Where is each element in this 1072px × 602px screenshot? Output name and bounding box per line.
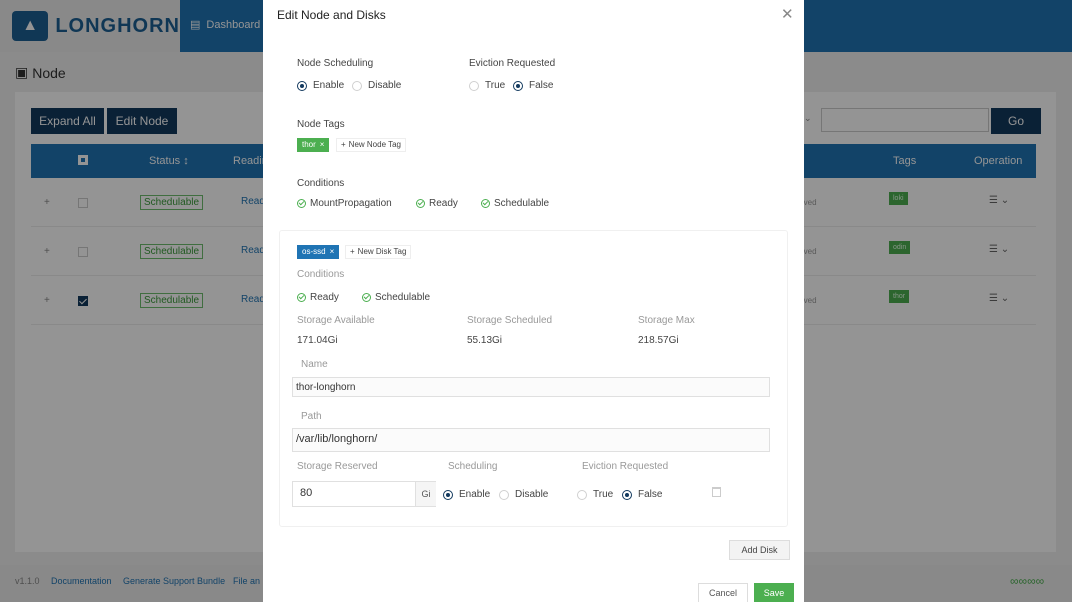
eviction-requested-label: Eviction Requested (469, 58, 556, 69)
disk-eviction-label: Eviction Requested (582, 461, 669, 472)
storage-scheduled-value: 55.13Gi (467, 335, 503, 346)
check-circle-icon (362, 293, 371, 302)
add-disk-button[interactable]: Add Disk (729, 540, 790, 560)
check-circle-icon (416, 199, 425, 208)
node-tags-label: Node Tags (297, 119, 345, 130)
disk-name-input[interactable]: thor-longhorn (292, 377, 770, 397)
node-tag-chip[interactable]: thor × (297, 138, 330, 152)
node-scheduling-disable-radio[interactable]: Disable (352, 80, 401, 91)
remove-tag-icon[interactable]: × (330, 245, 335, 259)
modal-title: Edit Node and Disks (277, 8, 386, 22)
disk-tag-chip[interactable]: os-ssd × (297, 245, 340, 259)
check-circle-icon (481, 199, 490, 208)
modal-header: Edit Node and Disks ✕ (263, 0, 804, 30)
storage-available-value: 171.04Gi (297, 335, 338, 346)
check-circle-icon (297, 199, 306, 208)
close-icon[interactable]: ✕ (781, 5, 794, 23)
disk-scheduling-enable-radio[interactable]: Enable (443, 489, 490, 500)
name-label: Name (301, 359, 328, 370)
conditions-label: Conditions (297, 178, 345, 189)
disk-condition-ready: Ready (297, 292, 339, 303)
edit-node-modal: Edit Node and Disks ✕ Node Scheduling En… (263, 0, 804, 602)
storage-reserved-label: Storage Reserved (297, 461, 378, 472)
storage-scheduled-label: Storage Scheduled (467, 315, 553, 326)
storage-reserved-unit: Gi (415, 482, 436, 506)
disk-scheduling-label: Scheduling (448, 461, 498, 472)
eviction-false-radio[interactable]: False (513, 80, 553, 91)
plus-icon: + (350, 247, 355, 256)
cancel-button[interactable]: Cancel (698, 583, 748, 602)
condition-mountpropagation: MountPropagation (297, 198, 392, 209)
trash-icon[interactable] (712, 487, 721, 497)
save-button[interactable]: Save (754, 583, 794, 602)
condition-ready: Ready (416, 198, 458, 209)
condition-schedulable: Schedulable (481, 198, 549, 209)
new-disk-tag-button[interactable]: + New Disk Tag (345, 245, 412, 259)
storage-max-value: 218.57Gi (638, 335, 679, 346)
path-label: Path (301, 411, 322, 422)
storage-reserved-input[interactable]: 80 (293, 482, 415, 506)
disk-path-input[interactable]: /var/lib/longhorn/ (292, 428, 770, 452)
node-scheduling-enable-radio[interactable]: Enable (297, 80, 344, 91)
new-node-tag-button[interactable]: + New Node Tag (336, 138, 406, 152)
storage-max-label: Storage Max (638, 315, 695, 326)
disk-scheduling-disable-radio[interactable]: Disable (499, 489, 548, 500)
disk-eviction-true-radio[interactable]: True (577, 489, 613, 500)
plus-icon: + (341, 140, 346, 149)
storage-reserved-field: 80 Gi (292, 481, 436, 507)
node-scheduling-label: Node Scheduling (297, 58, 374, 69)
storage-available-label: Storage Available (297, 315, 375, 326)
disk-eviction-false-radio[interactable]: False (622, 489, 662, 500)
disk-condition-schedulable: Schedulable (362, 292, 430, 303)
remove-tag-icon[interactable]: × (320, 138, 325, 152)
disk-conditions-label: Conditions (297, 269, 345, 280)
eviction-true-radio[interactable]: True (469, 80, 505, 91)
check-circle-icon (297, 293, 306, 302)
